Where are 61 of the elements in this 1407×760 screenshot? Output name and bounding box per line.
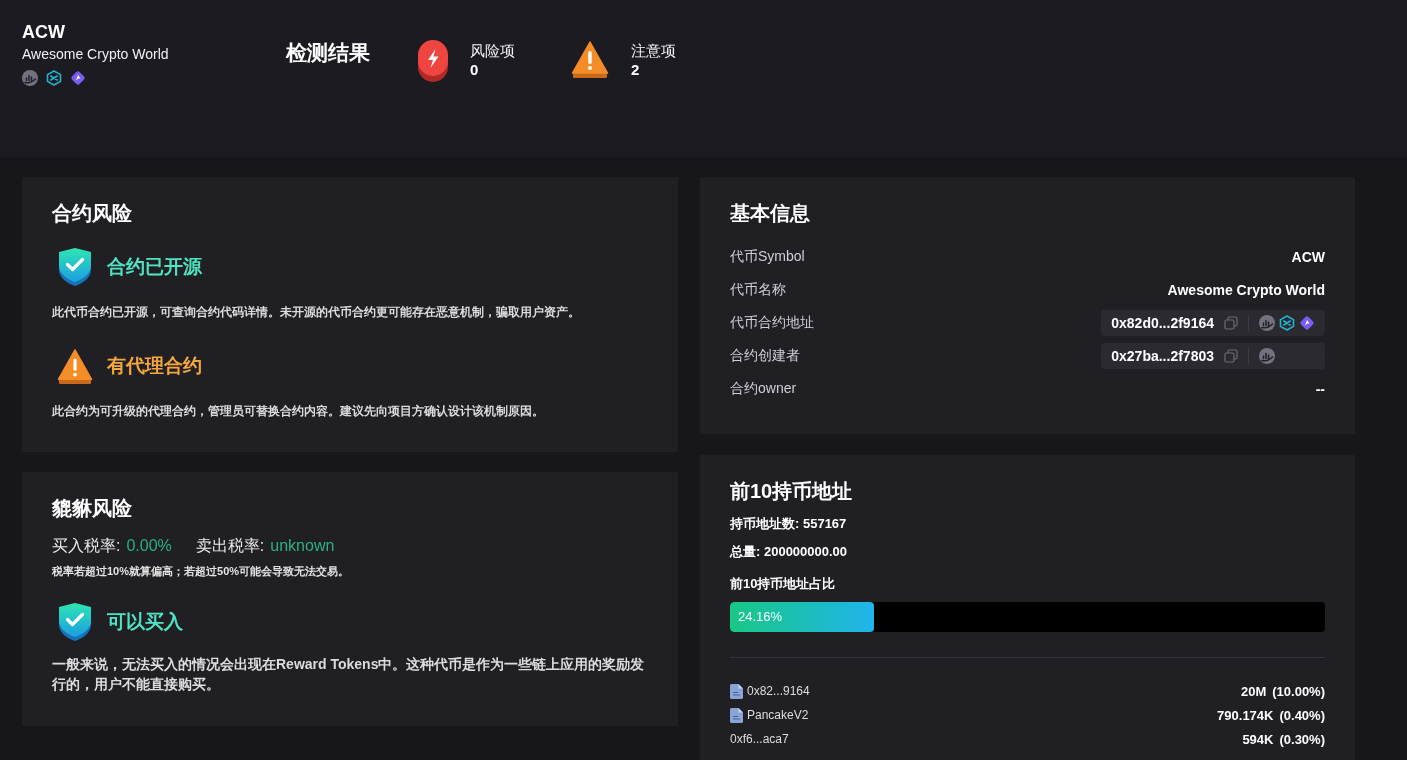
share-reading: 24.16% (738, 609, 783, 625)
info-label: 合约创建者 (730, 347, 800, 365)
chart-circle-icon[interactable] (22, 70, 38, 86)
card-title: 貔貅风险 (52, 496, 133, 521)
counter-label: 注意项 (631, 42, 676, 60)
tax-label: 卖出税率: (195, 536, 265, 556)
info-value: ACW (1291, 249, 1325, 265)
shield-check-icon (57, 248, 93, 286)
hexagon-icon[interactable] (1279, 315, 1295, 331)
risk-item-title: 合约已开源 (107, 255, 202, 279)
share-label: 前10持币地址占比 (730, 575, 837, 593)
holder-address[interactable]: 0x82...9164 (747, 684, 810, 698)
token-symbol: ACW (22, 21, 65, 43)
holder-share: (0.40%) (1279, 707, 1325, 723)
tax-value: 0.00% (126, 536, 172, 556)
info-label: 合约owner (730, 380, 797, 398)
lightning-icon (418, 40, 448, 82)
tax-value: unknown (270, 536, 335, 556)
copy-icon[interactable] (1224, 349, 1238, 363)
address-text[interactable]: 0x27ba...2f7803 (1111, 348, 1214, 364)
warning-icon (571, 40, 609, 78)
holder-amount: 790.174K (1217, 707, 1274, 723)
risk-item-description: 此代币合约已开源，可查询合约代码详情。未开源的代币合约更可能存在恶意机制，骗取用户资产。 (52, 304, 581, 321)
holder-amount: 594K (1242, 731, 1274, 747)
summary-title: 检测结果 (286, 40, 370, 66)
holder-address[interactable]: 0xf6...aca7 (730, 732, 789, 746)
holder-address[interactable]: PancakeV2 (747, 708, 809, 722)
file-icon (730, 683, 743, 699)
tax-label: 买入税率: (52, 536, 121, 556)
hexagon-icon[interactable] (46, 70, 62, 86)
token-name: Awesome Crypto World (22, 45, 169, 63)
holder-stat: 总量: 200000000.00 (730, 543, 849, 561)
holder-share: (10.00%) (1272, 683, 1325, 699)
counter-value: 2 (631, 60, 641, 79)
copy-icon[interactable] (1224, 316, 1238, 330)
diamond-icon[interactable] (70, 70, 86, 86)
risk-item-title: 有代理合约 (107, 354, 202, 378)
holder-amount: 20M (1240, 683, 1267, 699)
diamond-icon[interactable] (1299, 315, 1315, 331)
counter-label: 风险项 (470, 42, 515, 60)
holder-stat: 持币地址数: 557167 (730, 515, 848, 533)
info-value: Awesome Crypto World (1167, 282, 1325, 298)
info-label: 代币名称 (730, 281, 786, 299)
card-title: 基本信息 (730, 201, 811, 226)
counter-value: 0 (470, 60, 480, 79)
risk-item-description: 一般来说，无法买入的情况会出现在Reward Tokens中。这种代币是作为一些链上应用的奖励发行的，用户不能直接购买。 (52, 655, 646, 694)
warning-icon (57, 348, 93, 384)
info-label: 代币Symbol (730, 248, 805, 266)
tax-note: 税率若超过10%就算偏高；若超过50%可能会导致无法交易。 (52, 564, 351, 579)
shield-check-icon (57, 603, 93, 641)
info-value: -- (1315, 381, 1325, 397)
file-icon (730, 707, 743, 723)
chart-circle-icon[interactable] (1259, 348, 1275, 364)
holder-share: (0.30%) (1279, 731, 1325, 747)
risk-item-description: 此合约为可升级的代理合约，管理员可替换合约内容。建议先向项目方确认设计该机制原因。 (52, 403, 545, 420)
risk-item-title: 可以买入 (107, 610, 183, 634)
address-text[interactable]: 0x82d0...2f9164 (1111, 315, 1214, 331)
card-title: 前10持币地址 (730, 479, 854, 504)
card-title: 合约风险 (52, 201, 133, 226)
info-label: 代币合约地址 (730, 314, 814, 332)
chart-circle-icon[interactable] (1259, 315, 1275, 331)
